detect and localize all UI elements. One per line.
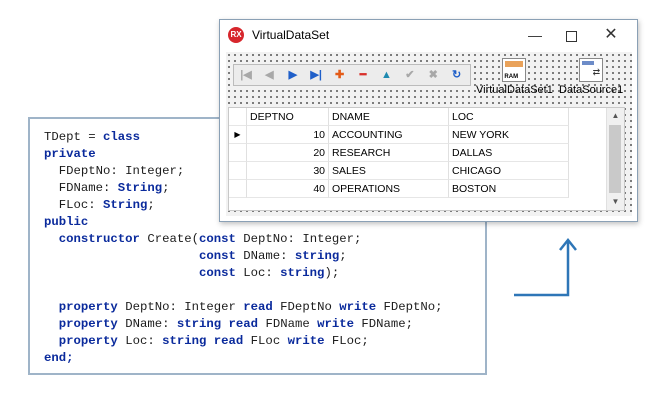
maximize-icon — [565, 30, 577, 42]
cell-dname[interactable]: SALES — [329, 162, 449, 180]
insert-record-button[interactable]: ✚ — [329, 66, 351, 84]
grid-header-row: DEPTNO DNAME LOC — [229, 108, 607, 126]
header-indicator-cell — [229, 108, 247, 126]
row-indicator — [229, 162, 247, 180]
cell-deptno[interactable]: 40 — [247, 180, 329, 198]
window-title: VirtualDataSet — [252, 28, 330, 42]
column-header-deptno[interactable]: DEPTNO — [247, 108, 329, 126]
column-header-dname[interactable]: DNAME — [329, 108, 449, 126]
first-record-button[interactable]: |◀ — [235, 66, 257, 84]
next-record-button[interactable]: ▶ — [282, 66, 304, 84]
scroll-up-icon[interactable]: ▲ — [607, 108, 624, 124]
grid-scrollbar[interactable]: ▲ ▼ — [606, 108, 624, 210]
db-navigator: |◀ ◀ ▶ ▶| ✚ ━ ▲ ✔ ✖ ↻ — [233, 64, 471, 86]
row-indicator: ▶ — [229, 126, 247, 144]
cell-deptno[interactable]: 30 — [247, 162, 329, 180]
cell-deptno[interactable]: 10 — [247, 126, 329, 144]
refresh-data-button[interactable]: ↻ — [446, 66, 468, 84]
cell-loc[interactable]: NEW YORK — [449, 126, 569, 144]
app-icon: RX — [228, 27, 244, 43]
minimize-icon: — — [528, 27, 542, 43]
row-indicator — [229, 144, 247, 162]
cell-dname[interactable]: RESEARCH — [329, 144, 449, 162]
last-record-button[interactable]: ▶| — [305, 66, 327, 84]
minimize-button[interactable]: — — [516, 20, 554, 50]
virtualdataset-window: RX VirtualDataSet — ✕ |◀ ◀ ▶ ▶| ✚ ━ ▲ ✔ ✖ ↻ RAM V… — [219, 19, 638, 222]
prior-record-button[interactable]: ◀ — [258, 66, 280, 84]
maximize-button[interactable] — [552, 20, 590, 50]
cell-loc[interactable]: BOSTON — [449, 180, 569, 198]
edit-record-button[interactable]: ▲ — [375, 66, 397, 84]
table-row[interactable]: 30 SALES CHICAGO — [229, 162, 607, 180]
close-button[interactable]: ✕ — [592, 20, 630, 50]
cell-loc[interactable]: CHICAGO — [449, 162, 569, 180]
scroll-thumb[interactable] — [609, 125, 621, 193]
table-row[interactable]: 20 RESEARCH DALLAS — [229, 144, 607, 162]
datasource1-component[interactable]: ⇄ DataSource1 — [559, 58, 623, 96]
virtualdataset1-label: VirtualDataSet1 — [476, 84, 553, 96]
scroll-down-icon[interactable]: ▼ — [607, 194, 624, 210]
datasource-icon: ⇄ — [579, 58, 604, 82]
close-icon: ✕ — [604, 26, 618, 43]
cell-deptno[interactable]: 20 — [247, 144, 329, 162]
cell-loc[interactable]: DALLAS — [449, 144, 569, 162]
delete-record-button[interactable]: ━ — [352, 66, 374, 84]
cancel-edit-button[interactable]: ✖ — [422, 66, 444, 84]
table-row[interactable]: ▶ 10 ACCOUNTING NEW YORK — [229, 126, 607, 144]
column-header-loc[interactable]: LOC — [449, 108, 569, 126]
cell-dname[interactable]: ACCOUNTING — [329, 126, 449, 144]
post-edit-button[interactable]: ✔ — [399, 66, 421, 84]
datasource1-label: DataSource1 — [559, 84, 624, 96]
row-indicator — [229, 180, 247, 198]
virtualdataset1-component[interactable]: RAM VirtualDataSet1 — [476, 58, 553, 96]
virtualdataset-icon: RAM — [502, 58, 527, 82]
db-grid[interactable]: DEPTNO DNAME LOC ▶ 10 ACCOUNTING NEW YORK 20… — [228, 107, 625, 211]
cell-dname[interactable]: OPERATIONS — [329, 180, 449, 198]
table-row[interactable]: 40 OPERATIONS BOSTON — [229, 180, 607, 198]
title-bar[interactable]: RX VirtualDataSet — ✕ — [220, 20, 637, 50]
